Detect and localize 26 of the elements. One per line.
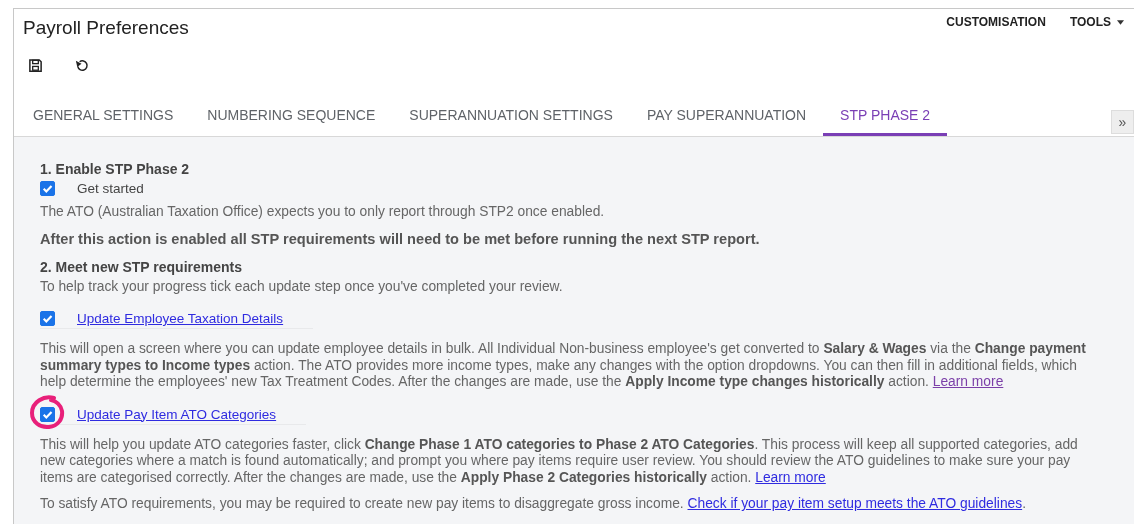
link[interactable]: Learn more: [755, 469, 826, 485]
tab-scroll-button[interactable]: »: [1111, 110, 1134, 134]
undo-icon[interactable]: [74, 57, 89, 73]
section-heading: 1. Enable STP Phase 2: [40, 161, 191, 177]
link[interactable]: Learn more: [932, 374, 1004, 389]
checkbox-label: Get started: [77, 181, 144, 196]
tab[interactable]: SUPERANNUATION SETTINGS: [392, 99, 630, 136]
save-icon[interactable]: [28, 57, 43, 73]
checkbox[interactable]: [40, 311, 55, 326]
tab[interactable]: NUMBERING SEQUENCE: [190, 99, 393, 136]
description-text: This will open a screen where you can update employee details in bulk. All Individual Non-business employee's get converted to Salary & Wages via the Change payment summary types to Income types action. The ATO provides more income types, make any changes with the option dropdowns. You can then fill in additional fields, which help determine the employees' new Tax Treatment Codes. After the changes are made, use the Apply Income type changes historically action. Learn more: [40, 341, 1087, 391]
tab[interactable]: PAY SUPERANNUATION: [629, 99, 824, 136]
description-text: The ATO (Australian Taxation Office) expects you to only report through STP2 once enabled.: [40, 204, 606, 221]
page-title: Payroll Preferences: [23, 16, 189, 39]
description-text: To help track your progress tick each update step once you've completed your review.: [40, 278, 564, 295]
tab[interactable]: GENERAL SETTINGS: [14, 99, 191, 136]
description-text: To satisfy ATO requirements, you may be required to create new pay items to disaggregate gross income. Check if your pay item setup meets the ATO guidelines.: [40, 496, 1027, 513]
section-heading: 2. Meet new STP requirements: [40, 258, 244, 275]
menu-button[interactable]: CUSTOMISATION: [942, 15, 1050, 29]
link[interactable]: Update Pay Item ATO Categories: [77, 406, 277, 422]
warning-text: After this action is enabled all STP requirements will need to be met before running the next STP report.: [40, 230, 761, 247]
description-text: This will help you update ATO categories faster, click Change Phase 1 ATO categories to Phase 2 ATO Categories. This process will keep all supported categories, add new categories where a match is found automatically; and prompt you where pay items require user review. You should review the ATO guidelines to make sure your pay items are categorised correctly. After the changes are made, use the Apply Phase 2 Categories historically action. Learn more: [40, 436, 1079, 486]
checkbox[interactable]: [40, 181, 55, 196]
link[interactable]: Update Employee Taxation Details: [77, 311, 284, 326]
checkbox[interactable]: [40, 406, 55, 422]
menu-button[interactable]: TOOLS: [1065, 15, 1128, 29]
